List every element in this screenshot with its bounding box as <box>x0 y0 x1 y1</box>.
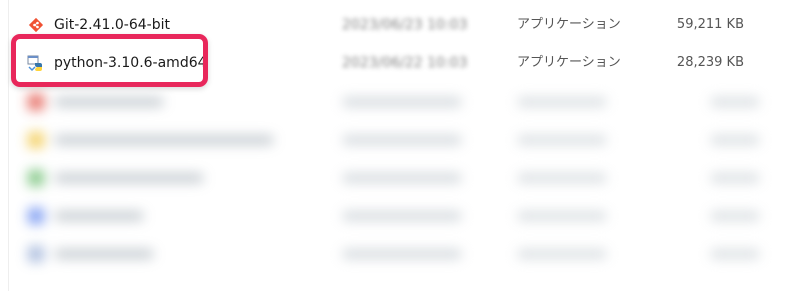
file-icon <box>28 94 44 110</box>
file-type: アプリケーション <box>517 55 621 70</box>
blurred-file-row[interactable] <box>20 160 760 196</box>
blurred-file-row[interactable] <box>20 122 760 158</box>
file-date: 2023/06/22 10:03 <box>342 55 468 71</box>
pane-edge <box>8 0 9 291</box>
highlight-box <box>11 34 208 87</box>
file-date: 2023/06/23 10:03 <box>342 17 468 33</box>
file-icon <box>28 246 44 262</box>
file-type: アプリケーション <box>517 17 621 32</box>
blurred-file-row[interactable] <box>20 84 760 120</box>
file-size: 28,239 KB <box>676 55 744 70</box>
folder-icon <box>28 132 44 148</box>
file-size: 59,211 KB <box>676 17 744 32</box>
blurred-file-row[interactable] <box>20 198 760 234</box>
file-icon <box>28 208 44 224</box>
file-icon <box>28 170 44 186</box>
blurred-file-row[interactable] <box>20 236 760 272</box>
